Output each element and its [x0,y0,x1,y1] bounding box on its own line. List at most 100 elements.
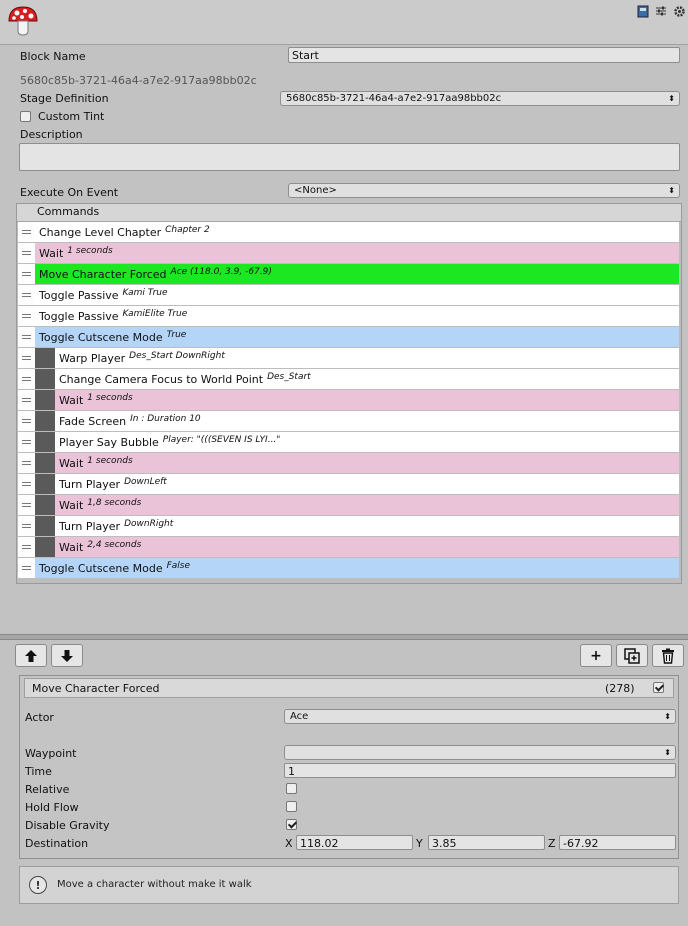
indent-bar [35,453,55,473]
drag-handle-icon[interactable] [18,327,35,347]
drag-handle-icon[interactable] [18,390,35,410]
help-text: Move a character without make it walk [57,879,252,890]
commands-header: Commands [17,204,681,222]
relative-checkbox[interactable] [286,783,297,794]
book-icon[interactable] [636,4,650,18]
drag-handle-icon[interactable] [18,537,35,557]
dropdown-arrow-icon: ⬍ [668,94,675,103]
command-row-body[interactable]: Wait 1 seconds [55,453,679,473]
command-row-body[interactable]: Toggle Passive Kami True [35,285,679,305]
commands-header-label: Commands [37,205,100,218]
drag-handle-icon[interactable] [18,432,35,452]
command-row-body[interactable]: Wait 2,4 seconds [55,537,679,557]
drag-handle-icon[interactable] [18,264,35,284]
indent-bar [35,537,55,557]
command-name: Wait [59,499,84,512]
command-row[interactable]: Player Say Bubble Player: "(((SEVEN IS LY… [18,432,679,453]
waypoint-dropdown[interactable]: ⬍ [284,745,676,760]
block-guid: 5680c85b-3721-46a4-a7e2-917aa98bb02c [20,74,257,87]
drag-handle-icon[interactable] [18,558,35,578]
command-row-body[interactable]: Wait 1,8 seconds [55,495,679,515]
command-row[interactable]: Toggle Passive Kami True [18,285,679,306]
destination-z-input[interactable]: -67.92 [559,835,676,850]
command-name: Change Camera Focus to World Point [59,373,264,386]
destination-y-input[interactable]: 3.85 [428,835,545,850]
gear-icon[interactable] [672,4,686,18]
add-command-button[interactable]: + [580,644,612,667]
execute-on-event-value: <None> [294,185,337,196]
command-name: Turn Player [59,520,121,533]
command-summary: DownRight [124,519,174,529]
block-name-input[interactable]: Start [288,47,680,63]
command-row-body[interactable]: Wait 1 seconds [55,390,679,410]
inspector-title: Move Character Forced [32,682,160,695]
arrow-down-icon [61,649,73,662]
indent-bar [35,432,55,452]
command-row-body[interactable]: Turn Player DownLeft [55,474,679,494]
time-input[interactable]: 1 [284,763,676,778]
drag-handle-icon[interactable] [18,243,35,263]
drag-handle-icon[interactable] [18,306,35,326]
move-up-button[interactable] [15,644,47,667]
command-row-body[interactable]: Toggle Cutscene Mode False [35,558,679,578]
actor-dropdown[interactable]: Ace ⬍ [284,709,676,724]
command-row-body[interactable]: Move Character Forced Ace (118.0, 3.9, -6… [35,264,679,284]
command-row-body[interactable]: Toggle Passive KamiElite True [35,306,679,326]
custom-tint-label: Custom Tint [38,110,105,123]
stage-definition-dropdown[interactable]: 5680c85b-3721-46a4-a7e2-917aa98bb02c ⬍ [280,91,680,106]
command-summary: Chapter 2 [165,225,210,235]
command-summary: Kami True [122,288,168,298]
command-row[interactable]: Wait 2,4 seconds [18,537,679,558]
move-down-button[interactable] [51,644,83,667]
actor-label: Actor [25,711,54,724]
command-row[interactable]: Toggle Cutscene Mode False [18,558,679,579]
command-row[interactable]: Wait 1 seconds [18,243,679,264]
command-row[interactable]: Turn Player DownLeft [18,474,679,495]
command-row[interactable]: Fade Screen In : Duration 10 [18,411,679,432]
drag-handle-icon[interactable] [18,474,35,494]
command-row[interactable]: Warp Player Des_Start DownRight [18,348,679,369]
command-row[interactable]: Wait 1,8 seconds [18,495,679,516]
description-input[interactable] [19,143,680,171]
command-row-body[interactable]: Change Level Chapter Chapter 2 [35,222,679,242]
drag-handle-icon[interactable] [18,285,35,305]
command-row-body[interactable]: Player Say Bubble Player: "(((SEVEN IS LY… [55,432,679,452]
panel-divider[interactable] [0,634,688,640]
command-row[interactable]: Turn Player DownRight [18,516,679,537]
command-row-body[interactable]: Wait 1 seconds [35,243,679,263]
command-row-body[interactable]: Toggle Cutscene Mode True [35,327,679,347]
command-row[interactable]: Move Character Forced Ace (118.0, 3.9, -6… [18,264,679,285]
drag-handle-icon[interactable] [18,453,35,473]
duplicate-command-button[interactable] [616,644,648,667]
command-row[interactable]: Change Camera Focus to World Point Des_St… [18,369,679,390]
drag-handle-icon[interactable] [18,369,35,389]
drag-handle-icon[interactable] [18,495,35,515]
command-row-body[interactable]: Fade Screen In : Duration 10 [55,411,679,431]
command-name: Warp Player [59,352,126,365]
top-bar [0,0,688,45]
command-row[interactable]: Wait 1 seconds [18,453,679,474]
indent-bar [35,390,55,410]
command-row-body[interactable]: Change Camera Focus to World Point Des_St… [55,369,679,389]
command-row[interactable]: Change Level Chapter Chapter 2 [18,222,679,243]
command-summary: 1 seconds [67,246,113,256]
custom-tint-checkbox[interactable] [20,111,31,122]
sliders-icon[interactable] [654,4,668,18]
command-row[interactable]: Toggle Passive KamiElite True [18,306,679,327]
destination-x-input[interactable]: 118.02 [296,835,413,850]
drag-handle-icon[interactable] [18,516,35,536]
command-row-body[interactable]: Warp Player Des_Start DownRight [55,348,679,368]
drag-handle-icon[interactable] [18,222,35,242]
indent-bar [35,474,55,494]
delete-command-button[interactable] [652,644,684,667]
command-row-body[interactable]: Turn Player DownRight [55,516,679,536]
dropdown-arrow-icon: ⬍ [664,748,671,757]
command-row[interactable]: Wait 1 seconds [18,390,679,411]
execute-on-event-dropdown[interactable]: <None> ⬍ [288,183,680,198]
command-row[interactable]: Toggle Cutscene Mode True [18,327,679,348]
command-enabled-checkbox[interactable] [653,682,664,693]
drag-handle-icon[interactable] [18,411,35,431]
drag-handle-icon[interactable] [18,348,35,368]
hold-flow-checkbox[interactable] [286,801,297,812]
disable-gravity-checkbox[interactable] [286,819,297,830]
